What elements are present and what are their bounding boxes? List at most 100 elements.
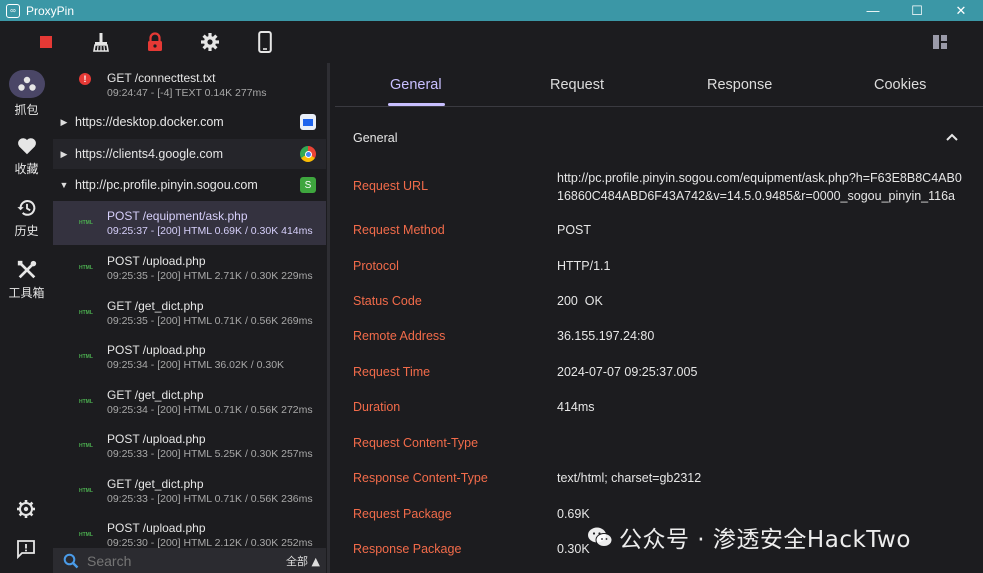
- request-method-label: Request Method: [353, 223, 445, 237]
- request-summary: 09:25:37 - [200] HTML 0.69K / 0.30K 414m…: [107, 225, 313, 237]
- host-row-docker[interactable]: ▶ https://desktop.docker.com: [53, 107, 326, 137]
- error-icon: !: [79, 73, 91, 85]
- request-summary: 09:24:47 - [-4] TEXT 0.14K 277ms: [107, 87, 267, 99]
- duration-label: Duration: [353, 400, 401, 414]
- host-name: https://desktop.docker.com: [75, 115, 224, 129]
- response-content-type-value: text/html; charset=gb2312: [557, 471, 702, 485]
- html-file-icon: HTML: [79, 220, 93, 226]
- request-title: GET /get_dict.php: [107, 388, 204, 402]
- tab-response[interactable]: Response: [707, 77, 772, 93]
- nav-toolbox[interactable]: 工具箱: [0, 259, 53, 315]
- request-url-label: Request URL: [353, 179, 429, 193]
- nav-label: 抓包: [14, 103, 39, 117]
- nav-feedback-button[interactable]: [16, 539, 36, 564]
- list-item[interactable]: HTML GET /get_dict.php 09:25:35 - [200] …: [53, 291, 326, 335]
- request-time-label: Request Time: [353, 365, 431, 379]
- host-row-sogou[interactable]: ▼ http://pc.profile.pinyin.sogou.com S: [53, 170, 326, 200]
- request-summary: 09:25:34 - [200] HTML 0.71K / 0.56K 272m…: [107, 404, 313, 416]
- nav-capture[interactable]: 抓包: [0, 70, 53, 126]
- nav-active-indicator: [8, 70, 45, 98]
- stop-button[interactable]: [34, 30, 58, 54]
- protocol-label: Protocol: [353, 259, 399, 273]
- html-file-icon: HTML: [79, 354, 93, 360]
- remote-address-value: 36.155.197.24:80: [557, 329, 655, 343]
- status-code-label: Status Code: [353, 294, 422, 308]
- app-logo-icon: ∞: [6, 3, 20, 18]
- list-item[interactable]: HTML POST /upload.php 09:25:33 - [200] H…: [53, 424, 326, 468]
- tab-cookies[interactable]: Cookies: [874, 77, 926, 93]
- request-title: POST /upload.php: [107, 521, 206, 535]
- capture-icon: [17, 76, 36, 91]
- duration-value: 414ms: [557, 400, 595, 414]
- nav-history[interactable]: 历史: [0, 197, 53, 253]
- collapse-arrow-icon[interactable]: ▼: [53, 180, 75, 190]
- sogou-favicon-icon: S: [300, 177, 316, 193]
- toolbox-icon: [17, 260, 36, 279]
- phone-icon: [258, 31, 272, 53]
- history-icon: [16, 200, 35, 216]
- wechat-logo-icon: [588, 527, 613, 547]
- request-title: POST /upload.php: [107, 343, 206, 357]
- detail-tabs: General Request Response Cookies: [335, 63, 983, 107]
- left-nav: 抓包 收藏 历史 工具箱: [0, 63, 53, 573]
- settings-button[interactable]: [198, 30, 222, 54]
- html-file-icon: HTML: [79, 488, 93, 494]
- layout-icon: [933, 35, 947, 49]
- layout-toggle-button[interactable]: [928, 30, 952, 54]
- maximize-button[interactable]: ☐: [895, 0, 939, 21]
- request-package-label: Request Package: [353, 507, 452, 521]
- list-item[interactable]: HTML POST /upload.php 09:25:35 - [200] H…: [53, 246, 326, 290]
- tab-general[interactable]: General: [390, 77, 442, 93]
- list-item[interactable]: ! GET /connecttest.txt 09:24:47 - [-4] T…: [53, 63, 326, 107]
- status-code-value: 200 OK: [557, 294, 603, 308]
- protocol-value: HTTP/1.1: [557, 259, 611, 273]
- request-title: GET /connecttest.txt: [107, 71, 216, 85]
- search-icon: [63, 553, 79, 568]
- list-item[interactable]: HTML GET /get_dict.php 09:25:34 - [200] …: [53, 380, 326, 424]
- list-item[interactable]: HTML POST /upload.php 09:25:34 - [200] H…: [53, 335, 326, 379]
- tab-request[interactable]: Request: [550, 77, 604, 93]
- mobile-connect-button[interactable]: [253, 30, 277, 54]
- nav-label: 工具箱: [8, 286, 45, 300]
- section-title: General: [353, 131, 398, 145]
- lock-icon: [148, 32, 162, 51]
- request-title: GET /get_dict.php: [107, 477, 204, 491]
- request-summary: 09:25:33 - [200] HTML 0.71K / 0.56K 236m…: [107, 493, 313, 505]
- list-item[interactable]: HTML POST /equipment/ask.php 09:25:37 - …: [53, 201, 326, 245]
- request-summary: 09:25:34 - [200] HTML 36.02K / 0.30K: [107, 359, 285, 371]
- minimize-button[interactable]: —: [851, 0, 895, 21]
- close-button[interactable]: ✕: [939, 0, 983, 21]
- feedback-icon: [17, 540, 35, 560]
- nav-label: 收藏: [14, 162, 39, 176]
- filter-dropdown[interactable]: 全部 ▲: [286, 553, 320, 569]
- request-title: POST /upload.php: [107, 432, 206, 446]
- gear-icon: [17, 500, 35, 518]
- list-item[interactable]: HTML GET /get_dict.php 09:25:33 - [200] …: [53, 469, 326, 513]
- html-file-icon: HTML: [79, 265, 93, 271]
- broom-icon: [93, 33, 109, 52]
- nav-favorites[interactable]: 收藏: [0, 135, 53, 191]
- gear-icon: [201, 33, 219, 51]
- ssl-lock-button[interactable]: [143, 30, 167, 54]
- window-title: ProxyPin: [26, 3, 75, 18]
- request-list: ! GET /connecttest.txt 09:24:47 - [-4] T…: [53, 63, 326, 573]
- host-row-google[interactable]: ▶ https://clients4.google.com: [53, 139, 326, 169]
- request-title: POST /upload.php: [107, 254, 206, 268]
- chevron-up-icon[interactable]: [944, 129, 960, 145]
- search-bar: 全部 ▲: [53, 548, 326, 573]
- clear-button[interactable]: [89, 30, 113, 54]
- search-input[interactable]: [87, 552, 267, 569]
- chrome-favicon-icon: [300, 146, 316, 162]
- nav-settings-button[interactable]: [16, 499, 36, 524]
- html-file-icon: HTML: [79, 443, 93, 449]
- request-title: POST /equipment/ask.php: [107, 209, 248, 223]
- request-package-value: 0.69K: [557, 507, 590, 521]
- expand-arrow-icon[interactable]: ▶: [53, 149, 75, 160]
- html-file-icon: HTML: [79, 532, 93, 538]
- expand-arrow-icon[interactable]: ▶: [53, 117, 75, 128]
- watermark-text: 公众号 · 渗透安全HackTwo: [619, 527, 911, 553]
- request-summary: 09:25:35 - [200] HTML 2.71K / 0.30K 229m…: [107, 270, 313, 282]
- heart-icon: [17, 138, 36, 155]
- response-package-value: 0.30K: [557, 542, 590, 556]
- nav-label: 历史: [14, 224, 39, 238]
